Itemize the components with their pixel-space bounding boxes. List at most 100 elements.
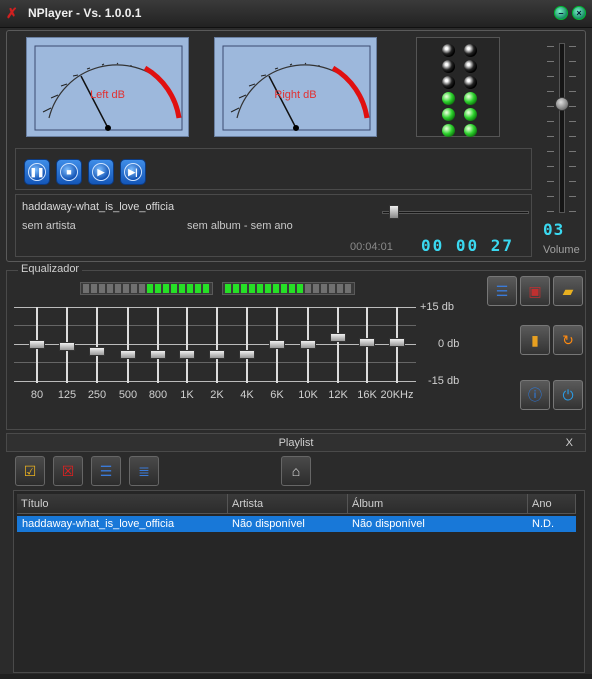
column-header-album[interactable]: Álbum <box>348 494 528 514</box>
spectrum-segment <box>107 284 113 293</box>
eq-slider-track[interactable] <box>337 307 339 383</box>
spectrum-segment <box>249 284 255 293</box>
volume-slider-track[interactable] <box>559 43 565 213</box>
spectrum-segment <box>83 284 89 293</box>
left-led <box>442 44 455 57</box>
eq-slider-track[interactable] <box>96 307 98 383</box>
eq-slider-knob[interactable] <box>120 349 136 359</box>
volume-tick <box>547 61 554 62</box>
spectrum-segment <box>257 284 263 293</box>
volume-tick <box>569 91 576 92</box>
right-led <box>464 108 477 121</box>
table-row[interactable]: haddaway-what_is_love_officia Não dispon… <box>17 516 576 532</box>
eq-slider-knob[interactable] <box>389 337 405 347</box>
playlist-close-button[interactable]: X <box>566 437 573 449</box>
spectrum-segment <box>321 284 327 293</box>
track-artist: sem artista <box>22 220 76 232</box>
info-button[interactable]: ⓘ <box>520 380 550 410</box>
next-track-icon: ▶| <box>124 163 142 181</box>
eq-slider-knob[interactable] <box>29 340 45 349</box>
eq-band-label: 250 <box>87 389 107 401</box>
right-led <box>464 124 477 137</box>
volume-tick <box>569 211 576 212</box>
right-led <box>464 60 477 73</box>
volume-tick <box>569 106 576 107</box>
seek-bar-track[interactable] <box>382 211 529 214</box>
volume-tick <box>547 121 554 122</box>
volume-tick <box>547 166 554 167</box>
eq-slider-track[interactable] <box>216 307 218 383</box>
eq-db-top: +15 db <box>420 301 454 313</box>
minimize-button[interactable]: – <box>554 6 568 20</box>
eq-slider-knob[interactable] <box>359 337 375 347</box>
spectrum-segment <box>203 284 209 293</box>
column-header-title[interactable]: Título <box>17 494 228 514</box>
volume-tick <box>569 61 576 62</box>
eq-slider-track[interactable] <box>186 307 188 383</box>
eq-slider-knob[interactable] <box>330 332 346 342</box>
volume-tick <box>547 91 554 92</box>
eq-band-label: 20KHz <box>380 389 414 401</box>
eq-slider-knob[interactable] <box>269 340 285 349</box>
next-button[interactable]: ▶| <box>120 159 146 185</box>
right-vu-meter: Right dB <box>214 37 377 137</box>
eq-slider-knob[interactable] <box>59 342 75 352</box>
left-led <box>442 92 455 105</box>
volume-label: Volume <box>543 244 580 256</box>
eq-slider-track[interactable] <box>157 307 159 383</box>
refresh-button[interactable]: ↻ <box>553 325 583 355</box>
volume-tick <box>569 196 576 197</box>
playlist-edit-button[interactable]: ☰ <box>487 276 517 306</box>
eq-slider-knob[interactable] <box>239 349 255 359</box>
spectrum-right <box>222 282 355 295</box>
eq-slider-knob[interactable] <box>300 340 316 349</box>
seek-bar-thumb[interactable] <box>388 205 399 219</box>
playlist-header: Playlist X <box>6 433 586 452</box>
eq-grid-lower <box>14 362 416 363</box>
left-led <box>442 124 455 137</box>
play-button[interactable]: ▶ <box>88 159 114 185</box>
spectrum-segment <box>139 284 145 293</box>
eq-slider-track[interactable] <box>127 307 129 383</box>
left-led <box>442 76 455 89</box>
spectrum-segment <box>241 284 247 293</box>
volume-tick <box>569 46 576 47</box>
list-view-button[interactable]: ≣ <box>129 456 159 486</box>
save-button[interactable]: ▣ <box>520 276 550 306</box>
eq-band-label: 10K <box>298 389 318 401</box>
volume-tick <box>547 196 554 197</box>
edit-list-button[interactable]: ☰ <box>91 456 121 486</box>
column-header-year[interactable]: Ano <box>528 494 576 514</box>
add-checklist-icon: ☑ <box>23 463 37 479</box>
open-folder-button[interactable]: ▰ <box>553 276 583 306</box>
eq-slider-knob[interactable] <box>179 349 195 359</box>
pause-button[interactable]: ❚❚ <box>24 159 50 185</box>
eq-slider-knob[interactable] <box>89 347 105 357</box>
volume-readout: 03 <box>543 220 565 239</box>
spectrum-segment <box>289 284 295 293</box>
power-button[interactable]: ⏻ <box>553 380 583 410</box>
volume-tick <box>547 181 554 182</box>
spectrum-segment <box>195 284 201 293</box>
row-year: N.D. <box>532 518 554 530</box>
eq-slider-track[interactable] <box>246 307 248 383</box>
close-button[interactable]: × <box>572 6 586 20</box>
title-bar: ✗ NPlayer - Vs. 1.0.0.1 – × <box>0 0 592 28</box>
spectrum-segment <box>313 284 319 293</box>
equalizer-toggle-button[interactable]: ▮ <box>520 325 550 355</box>
spectrum-segment <box>281 284 287 293</box>
spectrum-segment <box>99 284 105 293</box>
close-icon: × <box>576 8 582 18</box>
spectrum-segment <box>225 284 231 293</box>
tag-button[interactable]: ⌂ <box>281 456 311 486</box>
eq-slider-knob[interactable] <box>209 349 225 359</box>
spectrum-segment <box>337 284 343 293</box>
eq-band-label: 1K <box>180 389 194 401</box>
eq-slider-knob[interactable] <box>150 349 166 359</box>
remove-files-button[interactable]: ☒ <box>53 456 83 486</box>
row-artist: Não disponível <box>232 518 305 530</box>
add-files-button[interactable]: ☑ <box>15 456 45 486</box>
track-total-time: 00:04:01 <box>350 241 393 253</box>
column-header-artist[interactable]: Artista <box>228 494 348 514</box>
stop-button[interactable]: ■ <box>56 159 82 185</box>
